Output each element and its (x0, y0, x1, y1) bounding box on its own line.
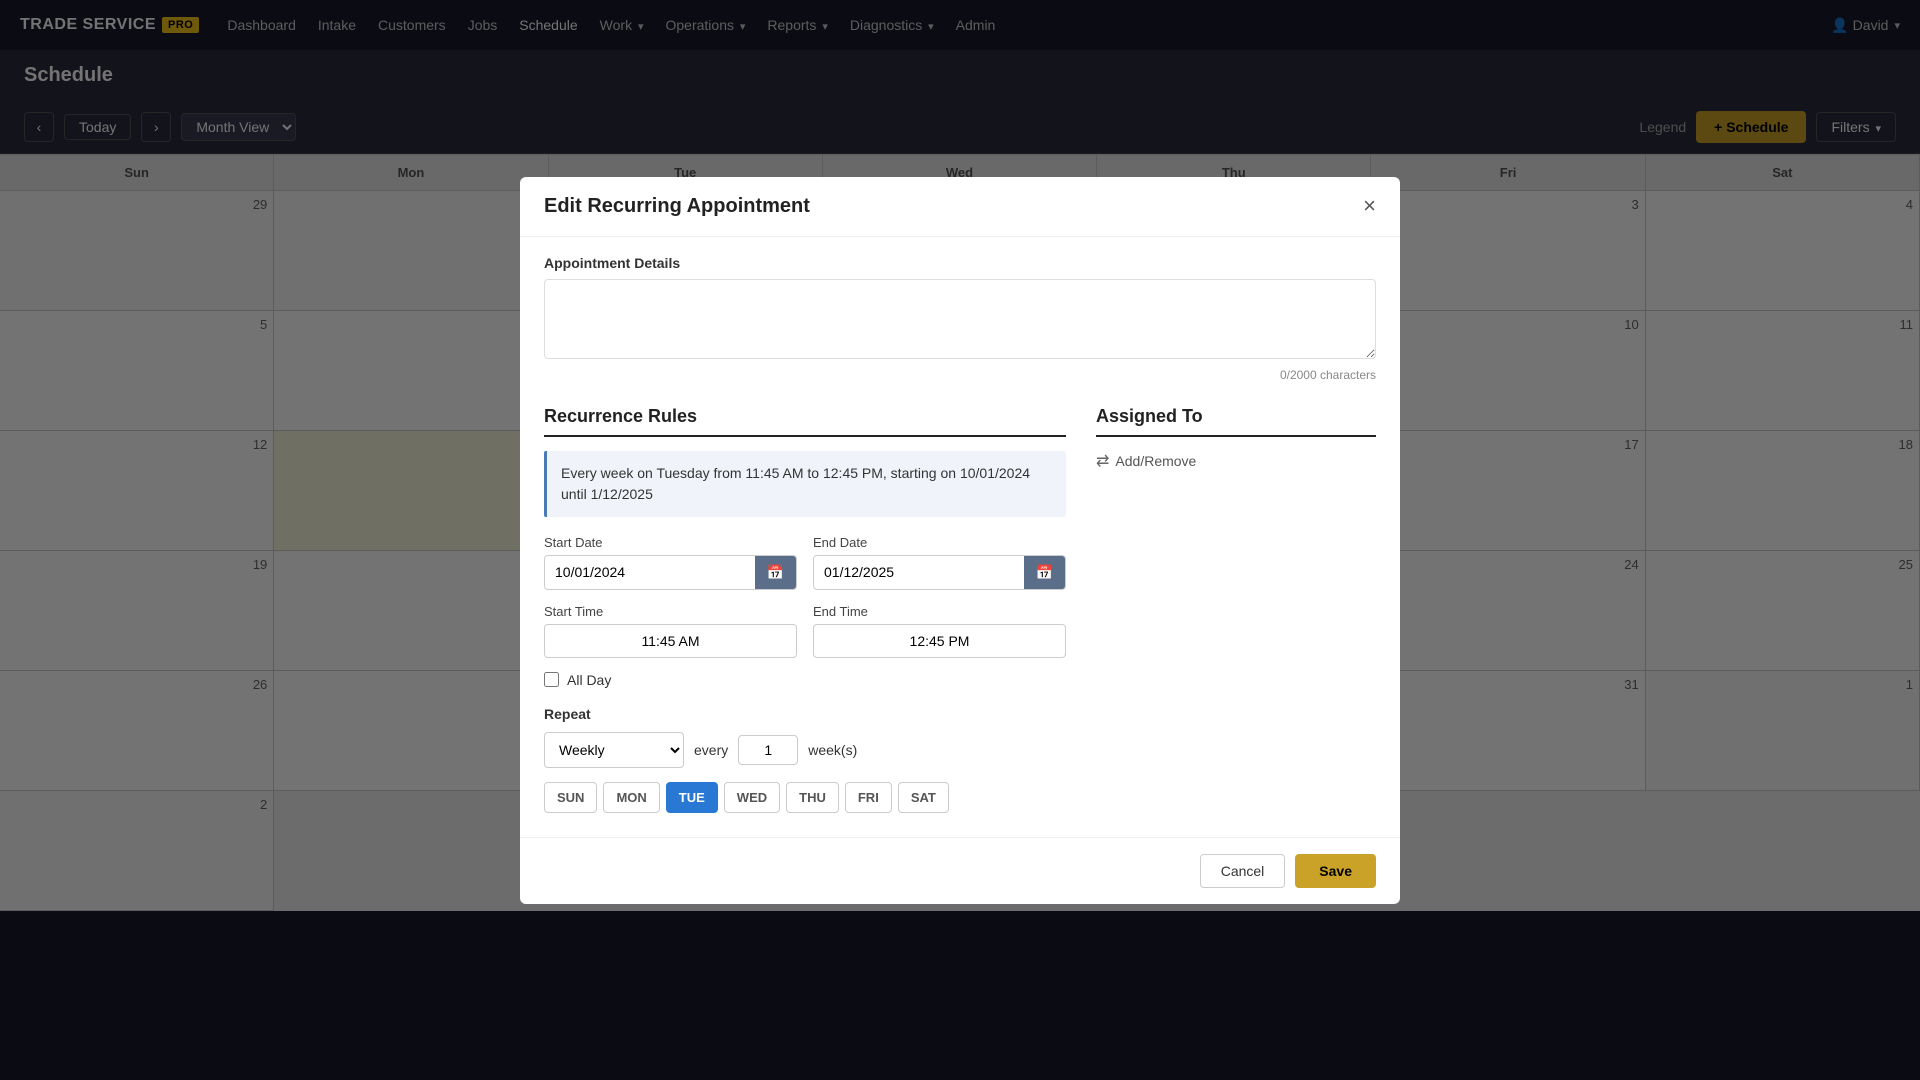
every-label: every (694, 742, 728, 758)
appointment-details-label: Appointment Details (544, 255, 1376, 271)
day-thu-button[interactable]: THU (786, 782, 839, 813)
recurrence-summary: Every week on Tuesday from 11:45 AM to 1… (544, 451, 1066, 517)
add-remove-label: Add/Remove (1115, 453, 1196, 469)
start-time-label: Start Time (544, 604, 797, 619)
weeks-label: week(s) (808, 742, 857, 758)
repeat-select[interactable]: Weekly Daily Monthly Yearly (544, 732, 684, 768)
assigned-to-section: Assigned To ⇄ Add/Remove (1096, 406, 1376, 813)
end-time-label: End Time (813, 604, 1066, 619)
start-date-label: Start Date (544, 535, 797, 550)
start-time-input[interactable] (544, 624, 797, 658)
recurrence-rules-heading: Recurrence Rules (544, 406, 1066, 437)
day-wed-button[interactable]: WED (724, 782, 780, 813)
all-day-row: All Day (544, 672, 1066, 688)
modal-body: Appointment Details 0/2000 characters Re… (520, 237, 1400, 837)
start-date-group: Start Date 📅 (544, 535, 797, 590)
all-day-label: All Day (567, 672, 611, 688)
end-time-group: End Time (813, 604, 1066, 658)
day-tue-button[interactable]: TUE (666, 782, 718, 813)
day-sun-button[interactable]: SUN (544, 782, 597, 813)
recurrence-rules-section: Recurrence Rules Every week on Tuesday f… (544, 406, 1066, 813)
add-remove-icon: ⇄ (1096, 451, 1109, 471)
char-count: 0/2000 characters (544, 368, 1376, 382)
end-time-input[interactable] (813, 624, 1066, 658)
start-date-input-wrapper: 📅 (544, 555, 797, 590)
time-row: Start Time End Time (544, 604, 1066, 658)
start-date-input[interactable] (545, 556, 755, 588)
add-remove-link[interactable]: ⇄ Add/Remove (1096, 451, 1376, 471)
end-date-input-wrapper: 📅 (813, 555, 1066, 590)
modal-title: Edit Recurring Appointment (544, 195, 810, 218)
appointment-details-textarea[interactable] (544, 279, 1376, 359)
modal-header: Edit Recurring Appointment × (520, 177, 1400, 237)
start-date-calendar-icon[interactable]: 📅 (755, 556, 796, 589)
day-fri-button[interactable]: FRI (845, 782, 892, 813)
save-button[interactable]: Save (1295, 854, 1376, 888)
close-button[interactable]: × (1363, 195, 1376, 217)
repeat-label: Repeat (544, 706, 1066, 722)
modal-footer: Cancel Save (520, 837, 1400, 904)
repeat-row: Weekly Daily Monthly Yearly every week(s… (544, 732, 1066, 768)
all-day-checkbox[interactable] (544, 672, 559, 687)
modal-overlay: Edit Recurring Appointment × Appointment… (0, 0, 1920, 1080)
end-date-calendar-icon[interactable]: 📅 (1024, 556, 1065, 589)
end-date-input[interactable] (814, 556, 1024, 588)
day-buttons: SUN MON TUE WED THU FRI SAT (544, 782, 1066, 813)
end-date-label: End Date (813, 535, 1066, 550)
day-sat-button[interactable]: SAT (898, 782, 949, 813)
edit-recurring-modal: Edit Recurring Appointment × Appointment… (520, 177, 1400, 904)
assigned-to-heading: Assigned To (1096, 406, 1376, 437)
cancel-button[interactable]: Cancel (1200, 854, 1286, 888)
end-date-group: End Date 📅 (813, 535, 1066, 590)
start-time-group: Start Time (544, 604, 797, 658)
two-col-layout: Recurrence Rules Every week on Tuesday f… (544, 406, 1376, 813)
date-row: Start Date 📅 End Date 📅 (544, 535, 1066, 590)
day-mon-button[interactable]: MON (603, 782, 659, 813)
every-input[interactable] (738, 735, 798, 765)
